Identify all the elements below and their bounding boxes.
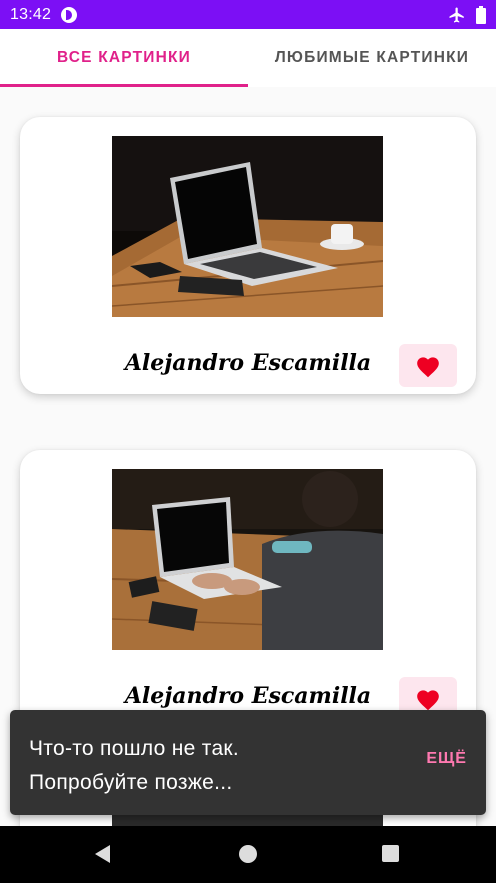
- tab-bar: ВСЕ КАРТИНКИ ЛЮБИМЫЕ КАРТИНКИ: [0, 29, 496, 87]
- snackbar-message-line-1: Что-то пошло не так.: [29, 737, 240, 760]
- snackbar-more-button[interactable]: ЕЩЁ: [426, 750, 467, 768]
- tab-favorite-pictures-label: ЛЮБИМЫЕ КАРТИНКИ: [274, 49, 470, 66]
- tab-indicator: [0, 84, 248, 87]
- picture-card[interactable]: Alejandro Escamilla: [20, 117, 476, 394]
- heart-icon: [417, 356, 439, 377]
- back-icon[interactable]: [95, 845, 110, 863]
- author-name: Alejandro Escamilla: [124, 350, 372, 376]
- tab-all-pictures[interactable]: ВСЕ КАРТИНКИ: [0, 29, 248, 87]
- tab-favorite-pictures[interactable]: ЛЮБИМЫЕ КАРТИНКИ: [248, 29, 496, 87]
- author-name: Alejandro Escamilla: [124, 683, 372, 709]
- system-nav-bar: [0, 826, 496, 883]
- snackbar-message-line-2: Попробуйте позже...: [29, 771, 233, 794]
- snackbar-message: Что-то пошло не так. Попробуйте позже...: [29, 732, 239, 800]
- battery-icon: [476, 5, 486, 24]
- status-icons: [448, 5, 486, 24]
- status-bar: 13:42: [0, 0, 496, 29]
- photo-man-using-laptop: [112, 469, 383, 650]
- airplane-mode-icon: [449, 7, 464, 22]
- app-notification-icon: [61, 6, 78, 23]
- heart-icon: [417, 689, 439, 710]
- photo-laptop-on-table: [112, 136, 383, 317]
- home-icon[interactable]: [239, 845, 257, 863]
- error-snackbar: Что-то пошло не так. Попробуйте позже...…: [10, 710, 486, 815]
- tab-all-pictures-label: ВСЕ КАРТИНКИ: [56, 49, 192, 66]
- recents-icon[interactable]: [382, 845, 399, 862]
- status-time: 13:42: [10, 5, 52, 23]
- favorite-button[interactable]: [399, 344, 457, 387]
